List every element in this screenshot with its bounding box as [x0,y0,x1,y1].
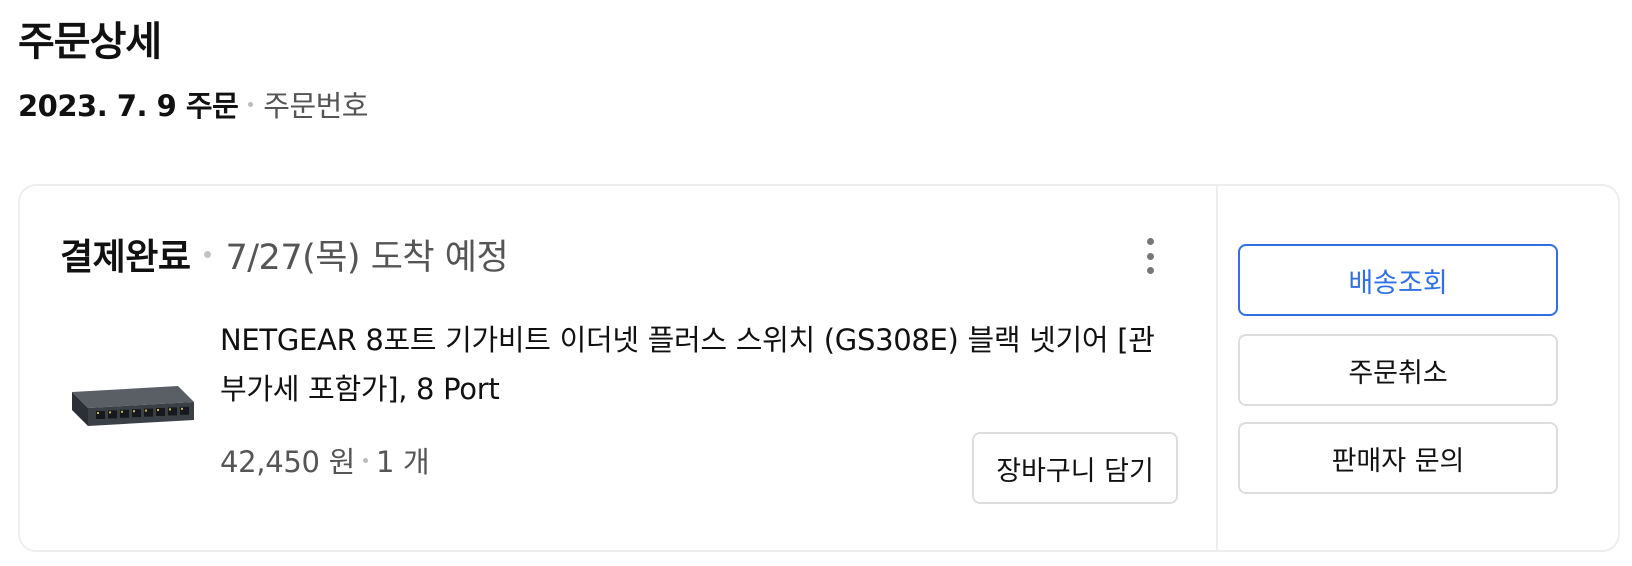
add-to-cart-button[interactable]: 장바구니 담기 [972,432,1178,504]
order-status: 결제완료 [60,237,191,278]
product-name-line2[interactable]: 부가세 포함가], 8 Port [220,365,1200,414]
order-meta: 2023. 7. 9 주문 주문번호 [18,84,368,124]
product-quantity: 1 개 [375,445,430,479]
status-row: 결제완료 7/27(목) 도착 예정 [60,228,509,280]
network-switch-image[interactable] [62,376,198,444]
track-delivery-button[interactable]: 배송조회 [1238,244,1558,316]
card-divider [1216,186,1218,550]
contact-seller-button[interactable]: 판매자 문의 [1238,422,1558,494]
cancel-order-button[interactable]: 주문취소 [1238,334,1558,406]
separator-dot [362,457,368,463]
arrival-estimate: 7/27(목) 도착 예정 [225,237,509,278]
product-name-line1[interactable]: NETGEAR 8포트 기가비트 이더넷 플러스 스위치 (GS308E) 블랙… [220,316,1200,365]
order-date: 2023. 7. 9 주문 [18,89,239,123]
separator-dot [204,250,212,258]
order-number-label: 주문번호 [263,89,368,123]
page-title: 주문상세 [18,19,162,65]
price-row: 42,450 원 1 개 [220,438,430,482]
product-price: 42,450 원 [220,445,355,479]
separator-dot [248,101,254,107]
product-name[interactable]: NETGEAR 8포트 기가비트 이더넷 플러스 스위치 (GS308E) 블랙… [220,316,1200,414]
more-vertical-icon[interactable] [1132,234,1168,278]
